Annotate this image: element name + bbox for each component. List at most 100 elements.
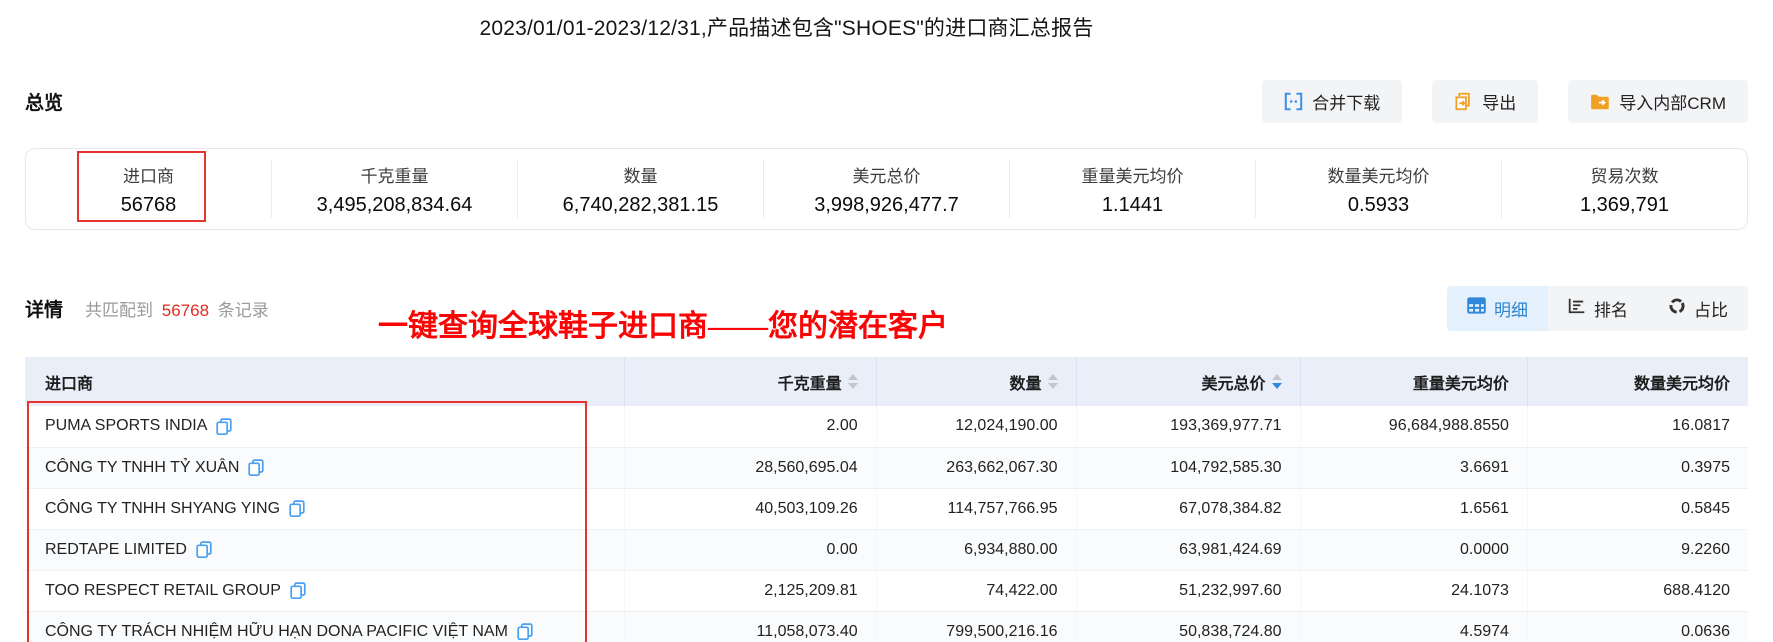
ranking-bars-icon bbox=[1568, 297, 1586, 319]
view-tab-占比[interactable]: 占比 bbox=[1648, 285, 1748, 331]
copy-icon[interactable] bbox=[216, 418, 233, 435]
detail-heading: 详情 bbox=[25, 299, 64, 321]
stat-item: 数量美元均价 0.5933 bbox=[1256, 160, 1502, 218]
table-cell-value: 799,500,216.16 bbox=[875, 611, 1077, 642]
sort-carets-icon[interactable] bbox=[1271, 374, 1282, 389]
stat-value: 56768 bbox=[120, 193, 177, 216]
stat-value: 3,495,208,834.64 bbox=[316, 193, 473, 216]
table-cell-value: 0.0636 bbox=[1526, 611, 1748, 642]
stat-label: 重量美元均价 bbox=[1081, 166, 1184, 186]
stat-item: 美元总价 3,998,926,477.7 bbox=[764, 160, 1010, 218]
table-cell-value: 0.5845 bbox=[1526, 488, 1748, 530]
table-cell-value: 51,232,997.60 bbox=[1075, 570, 1300, 612]
table-cell-value: 50,838,724.80 bbox=[1075, 611, 1300, 642]
table-row: REDTAPE LIMITED 0.00 6,934,880.00 63,981,42… bbox=[25, 529, 1748, 571]
column-header-数量美元均价: 数量美元均价 bbox=[1526, 357, 1748, 406]
copy-icon[interactable] bbox=[196, 541, 212, 558]
merge-download-icon bbox=[1284, 92, 1303, 111]
column-header-label: 数量美元均价 bbox=[1633, 375, 1730, 393]
table-cell-value: 3.6691 bbox=[1299, 447, 1528, 489]
import-crm-icon bbox=[1590, 93, 1610, 111]
detail-bar: 详情 共匹配到 56768 条记录 一键查询全球鞋子进口商——您的潜在客户 明细… bbox=[25, 285, 1748, 343]
importer-name-link[interactable]: CÔNG TY TRÁCH NHIỆM HỮU HẠN DONA PACIFIC… bbox=[45, 623, 508, 641]
table-header-row: 进口商 千克重量 数量 美元总价 重量美元均价 数量美元均价 bbox=[25, 357, 1748, 406]
table-cell-value: 0.00 bbox=[624, 529, 877, 571]
stat-label: 美元总价 bbox=[852, 166, 921, 186]
sort-carets-icon[interactable] bbox=[847, 374, 858, 389]
table-cell-value: 67,078,384.82 bbox=[1075, 488, 1300, 530]
column-header-label: 数量 bbox=[1009, 375, 1042, 393]
copy-icon[interactable] bbox=[517, 623, 533, 640]
column-header-label: 进口商 bbox=[45, 375, 94, 393]
importer-name-link[interactable]: REDTAPE LIMITED bbox=[45, 541, 187, 559]
stat-label: 进口商 bbox=[123, 166, 174, 186]
table-cell-value: 12,024,190.00 bbox=[875, 406, 1077, 448]
copy-icon[interactable] bbox=[290, 582, 306, 599]
copy-icon[interactable] bbox=[289, 500, 305, 517]
table-cell-value: 63,981,424.69 bbox=[1075, 529, 1300, 571]
column-header-千克重量[interactable]: 千克重量 bbox=[624, 357, 877, 406]
table-cell-value: 104,792,585.30 bbox=[1075, 447, 1300, 489]
match-count: 56768 bbox=[161, 300, 210, 320]
table-cell-value: 0.0000 bbox=[1299, 529, 1528, 571]
overview-bar: 总览 合并下载 导出 导入内部CRM bbox=[25, 80, 1748, 123]
table-cell-value: 6,934,880.00 bbox=[875, 529, 1077, 571]
table-row: CÔNG TY TRÁCH NHIỆM HỮU HẠN DONA PACIFIC… bbox=[25, 611, 1748, 642]
stat-value: 6,740,282,381.15 bbox=[562, 193, 719, 216]
stat-label: 贸易次数 bbox=[1590, 166, 1659, 186]
table-cell-value: 74,422.00 bbox=[875, 570, 1077, 612]
stats-card: 进口商 56768 千克重量 3,495,208,834.64 数量 6,740,282,… bbox=[25, 148, 1748, 230]
export-icon bbox=[1454, 92, 1473, 111]
stat-label: 千克重量 bbox=[360, 166, 429, 186]
copy-icon[interactable] bbox=[248, 459, 265, 476]
view-tabs: 明细 排名 占比 bbox=[1447, 285, 1748, 331]
action-button-label: 导入内部CRM bbox=[1619, 94, 1726, 113]
stat-value: 0.5933 bbox=[1347, 193, 1410, 216]
table-grid-icon bbox=[1467, 297, 1486, 319]
table-cell-value: 28,560,695.04 bbox=[624, 447, 877, 489]
table-cell-value: 16.0817 bbox=[1526, 406, 1748, 448]
action-button-merge-download[interactable]: 合并下载 bbox=[1262, 80, 1403, 123]
table-cell-value: 40,503,109.26 bbox=[624, 488, 877, 530]
table-cell-value: 4.5974 bbox=[1299, 611, 1528, 642]
stat-item: 重量美元均价 1.1441 bbox=[1010, 160, 1256, 218]
table-row: CÔNG TY TNHH SHYANG YING 40,503,109.26 114… bbox=[25, 488, 1748, 530]
sort-carets-icon[interactable] bbox=[1047, 374, 1058, 389]
column-header-重量美元均价: 重量美元均价 bbox=[1299, 357, 1528, 406]
importer-summary-page: 2023/01/01-2023/12/31,产品描述包含"SHOES"的进口商汇… bbox=[0, 12, 1773, 642]
column-header-进口商: 进口商 bbox=[25, 357, 625, 406]
action-button-import-crm[interactable]: 导入内部CRM bbox=[1568, 80, 1748, 123]
importers-table: 进口商 千克重量 数量 美元总价 重量美元均价 数量美元均价 PUMA SPORTS IN… bbox=[25, 357, 1748, 642]
importer-name-link[interactable]: PUMA SPORTS INDIA bbox=[45, 417, 207, 435]
table-cell-value: 9.2260 bbox=[1526, 529, 1748, 571]
stat-value: 1,369,791 bbox=[1580, 193, 1669, 216]
table-cell-value: 193,369,977.71 bbox=[1075, 406, 1300, 448]
match-prefix: 共匹配到 bbox=[85, 300, 154, 320]
table-row: PUMA SPORTS INDIA 2.00 12,024,190.00 193,36… bbox=[25, 406, 1748, 448]
table-body: PUMA SPORTS INDIA 2.00 12,024,190.00 193,36… bbox=[25, 406, 1748, 642]
view-tab-label: 排名 bbox=[1594, 300, 1628, 320]
table-cell-value: 2.00 bbox=[624, 406, 877, 448]
stat-item: 数量 6,740,282,381.15 bbox=[518, 160, 764, 218]
column-header-label: 千克重量 bbox=[777, 375, 842, 393]
table-cell-value: 0.3975 bbox=[1526, 447, 1748, 489]
view-tab-明细[interactable]: 明细 bbox=[1447, 285, 1548, 331]
table-cell-value: 1.6561 bbox=[1299, 488, 1528, 530]
table-cell-value: 96,684,988.8550 bbox=[1299, 406, 1528, 448]
table-row: TOO RESPECT RETAIL GROUP 2,125,209.81 74,4… bbox=[25, 570, 1748, 612]
view-tab-排名[interactable]: 排名 bbox=[1548, 285, 1648, 331]
view-tab-label: 占比 bbox=[1694, 300, 1728, 320]
match-suffix: 条记录 bbox=[217, 300, 269, 320]
importer-name-link[interactable]: TOO RESPECT RETAIL GROUP bbox=[45, 582, 281, 600]
view-tab-label: 明细 bbox=[1494, 300, 1528, 320]
column-header-数量[interactable]: 数量 bbox=[875, 357, 1077, 406]
importer-name-link[interactable]: CÔNG TY TNHH SHYANG YING bbox=[45, 500, 280, 518]
table-cell-value: 2,125,209.81 bbox=[624, 570, 877, 612]
stat-item: 贸易次数 1,369,791 bbox=[1502, 160, 1747, 218]
action-button-export[interactable]: 导出 bbox=[1432, 80, 1539, 123]
column-header-美元总价[interactable]: 美元总价 bbox=[1075, 357, 1300, 406]
action-button-label: 导出 bbox=[1482, 94, 1517, 113]
stat-label: 数量 bbox=[623, 166, 658, 186]
action-buttons: 合并下载 导出 导入内部CRM bbox=[1262, 80, 1748, 123]
importer-name-link[interactable]: CÔNG TY TNHH TỶ XUÂN bbox=[45, 459, 239, 477]
